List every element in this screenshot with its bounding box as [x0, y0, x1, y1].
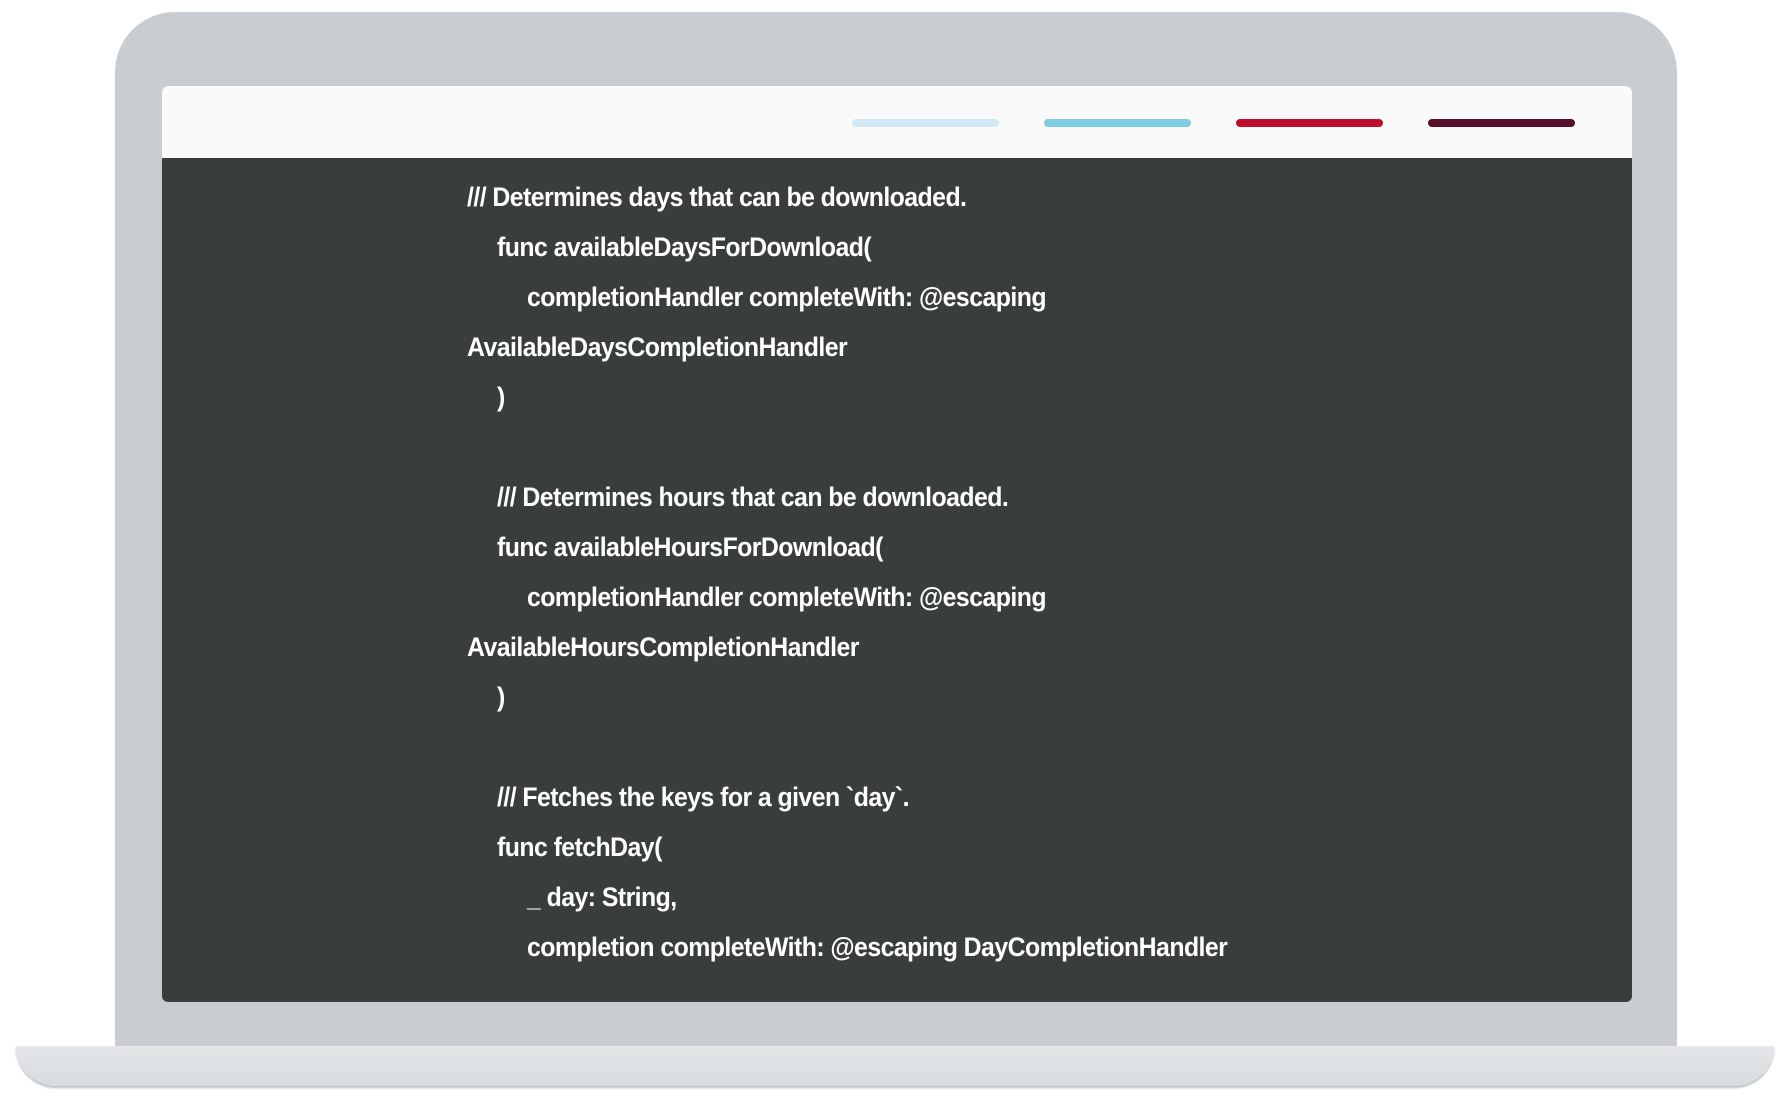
indicator-red [1236, 119, 1383, 127]
code-line: /// Fetches the keys for a given `day`. [497, 782, 909, 812]
indicator-blue [1044, 119, 1191, 127]
code-line: completionHandler completeWith: @escapin… [527, 582, 1046, 612]
indicator-light-blue [852, 119, 999, 127]
code-line: AvailableHoursCompletionHandler [467, 632, 859, 662]
code-line: /// Determines days that can be download… [467, 182, 967, 212]
laptop-screen: /// Determines days that can be download… [162, 86, 1632, 1002]
code-line: ) [497, 382, 505, 412]
code-line: AvailableDaysCompletionHandler [467, 332, 848, 362]
code-line: _ day: String, [527, 882, 677, 912]
indicator-maroon [1428, 119, 1575, 127]
code-block: /// Determines days that can be download… [467, 172, 1632, 1002]
code-line: func availableDaysForDownload( [497, 232, 872, 262]
code-line: completion completeWith: @escaping DayCo… [527, 932, 1228, 962]
code-line: ) [497, 682, 505, 712]
code-line: func availableHoursForDownload( [497, 532, 883, 562]
code-line: /// Determines hours that can be downloa… [497, 482, 1009, 512]
header-bar [162, 86, 1632, 158]
code-line: func fetchDay( [497, 832, 662, 862]
laptop-base [16, 1046, 1774, 1086]
code-line: completionHandler completeWith: @escapin… [527, 282, 1046, 312]
